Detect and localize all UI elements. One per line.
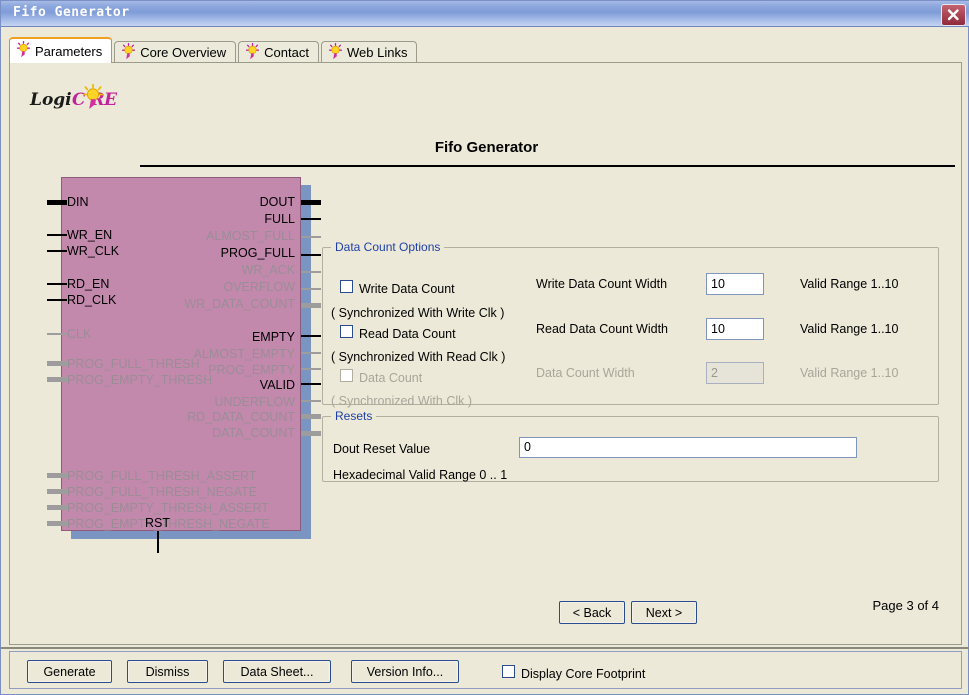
data-count-range-label: Valid Range 1..10	[800, 366, 899, 380]
data-count-sync-note: ( Synchronized With Clk )	[331, 394, 473, 408]
pin-label-valid: VALID	[259, 378, 295, 392]
data-sheet-button[interactable]: Data Sheet...	[223, 660, 331, 683]
write-data-count-width-label: Write Data Count Width	[536, 277, 668, 291]
pin-wire-full	[301, 218, 321, 220]
pin-wire-underflow	[301, 400, 321, 402]
pin-label-rd-data-count: RD_DATA_COUNT	[187, 410, 295, 424]
close-button[interactable]	[941, 4, 966, 26]
pin-label-prog-empty-thresh-assert: PROG_EMPTY_THRESH_ASSERT	[67, 501, 269, 515]
bottom-divider	[1, 647, 969, 649]
read-data-count-checkbox[interactable]	[340, 325, 353, 338]
pin-label-almost-full: ALMOST_FULL	[206, 229, 295, 243]
pin-wire-clk	[47, 333, 67, 335]
back-button[interactable]: < Back	[559, 601, 625, 624]
read-data-count-label: Read Data Count	[359, 327, 456, 341]
next-button[interactable]: Next >	[631, 601, 697, 624]
pin-label-rst: RST	[145, 516, 170, 530]
pin-wire-prog-full-thresh-negate	[47, 489, 67, 494]
pin-wire-dout	[301, 200, 321, 205]
pin-label-almost-empty: ALMOST_EMPTY	[193, 347, 295, 361]
pin-wire-almost-full	[301, 236, 321, 238]
pin-wire-prog-full-thresh	[47, 361, 67, 366]
pin-label-prog-full: PROG_FULL	[220, 246, 295, 260]
pin-label-wr-data-count: WR_DATA_COUNT	[184, 297, 295, 311]
read-data-count-width-input[interactable]: 10	[706, 318, 764, 340]
data-count-width-input: 2	[706, 362, 764, 384]
read-data-count-width-label: Read Data Count Width	[536, 322, 669, 336]
pin-wire-almost-empty	[301, 352, 321, 354]
pin-wire-wr-ack	[301, 271, 321, 273]
pin-wire-rst	[157, 531, 159, 553]
tab-label: Web Links	[346, 45, 408, 60]
pin-label-empty: EMPTY	[251, 330, 295, 344]
pin-label-data-count: DATA_COUNT	[212, 426, 295, 440]
dout-reset-value-input[interactable]: 0	[519, 437, 857, 458]
core-block-diagram: DIN WR_EN WR_CLK RD_EN RD_CLK CLK PROG_F…	[10, 2, 340, 562]
pin-label-prog-full-thresh-negate: PROG_FULL_THRESH_NEGATE	[67, 485, 258, 499]
data-count-label: Data Count	[359, 371, 423, 385]
data-count-checkbox	[340, 369, 353, 382]
close-icon	[947, 9, 959, 21]
write-data-count-label: Write Data Count	[359, 282, 455, 296]
read-data-count-range-label: Valid Range 1..10	[800, 322, 899, 336]
group-title-data-count-options: Data Count Options	[331, 240, 445, 254]
pin-wire-data-count	[301, 431, 321, 436]
version-info-button[interactable]: Version Info...	[351, 660, 459, 683]
bottom-button-bar: Generate Dismiss Data Sheet... Version I…	[9, 651, 962, 689]
pin-wire-overflow	[301, 288, 321, 290]
tab-label: Parameters	[35, 43, 103, 59]
read-data-count-sync-note: ( Synchronized With Read Clk )	[331, 350, 506, 364]
pin-label-prog-empty: PROG_EMPTY	[208, 363, 295, 377]
generate-button[interactable]: Generate	[27, 660, 112, 683]
dout-reset-value-label: Dout Reset Value	[333, 442, 431, 456]
write-data-count-range-label: Valid Range 1..10	[800, 277, 899, 291]
pin-wire-prog-empty-thresh-negate	[47, 521, 67, 526]
pin-label-dout: DOUT	[259, 195, 295, 209]
pin-wire-din	[47, 200, 67, 205]
hexadecimal-range-label: Hexadecimal Valid Range 0 .. 1	[333, 468, 508, 482]
pin-wire-rd-en	[47, 283, 67, 285]
pin-label-prog-full-thresh-assert: PROG_FULL_THRESH_ASSERT	[67, 469, 257, 483]
pin-label-underflow: UNDERFLOW	[214, 395, 295, 409]
page-indicator: Page 3 of 4	[872, 598, 940, 613]
pin-wire-prog-full-thresh-assert	[47, 473, 67, 478]
data-count-width-label: Data Count Width	[536, 366, 635, 380]
pin-wire-wr-clk	[47, 250, 67, 252]
display-core-footprint-checkbox[interactable]	[502, 665, 515, 678]
write-data-count-width-input[interactable]: 10	[706, 273, 764, 295]
write-data-count-checkbox[interactable]	[340, 280, 353, 293]
pin-wire-wr-en	[47, 234, 67, 236]
pin-wire-prog-empty	[301, 368, 321, 370]
pin-label-overflow: OVERFLOW	[223, 280, 295, 294]
pin-wire-rd-data-count	[301, 414, 321, 419]
parameters-panel: Logi C RE Fifo Generator DIN WR_EN WR_CL…	[9, 62, 962, 645]
fifo-generator-window: Fifo Generator Parameters Core Overview …	[0, 0, 969, 695]
pin-label-wr-ack: WR_ACK	[241, 263, 295, 277]
pin-wire-prog-empty-thresh-assert	[47, 505, 67, 510]
group-title-resets: Resets	[331, 409, 377, 423]
resets-group: Resets Dout Reset Value 0 Hexadecimal Va…	[322, 409, 939, 482]
pin-label-din: DIN	[67, 195, 89, 209]
display-core-footprint-label: Display Core Footprint	[521, 667, 646, 681]
pin-wire-prog-empty-thresh	[47, 377, 67, 382]
tab-parameters[interactable]: Parameters	[9, 37, 113, 63]
write-data-count-sync-note: ( Synchronized With Write Clk )	[331, 306, 505, 320]
pin-wire-rd-clk	[47, 299, 67, 301]
pin-wire-valid	[301, 383, 321, 385]
pin-label-full: FULL	[264, 212, 295, 226]
pin-wire-empty	[301, 335, 321, 337]
bulb-icon	[16, 40, 31, 61]
data-count-options-group: Data Count Options Write Data Count ( Sy…	[322, 240, 939, 408]
dismiss-button[interactable]: Dismiss	[127, 660, 208, 683]
pin-label-clk: CLK	[67, 327, 92, 341]
pin-wire-wr-data-count	[301, 303, 321, 308]
pin-wire-prog-full	[301, 254, 321, 256]
